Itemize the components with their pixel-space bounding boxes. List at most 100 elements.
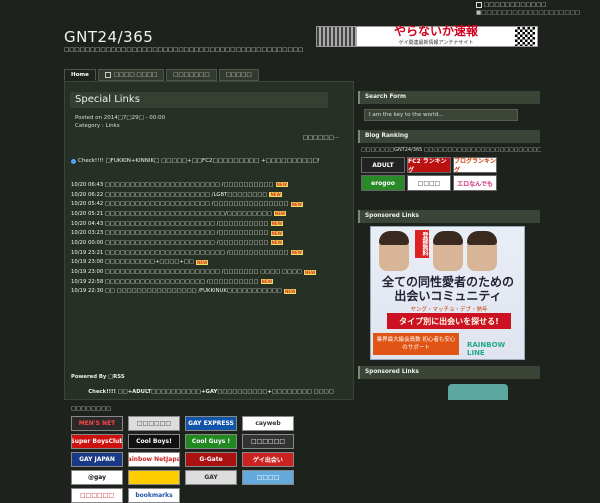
new-badge: NEW — [273, 211, 287, 217]
rss-entry[interactable]: 10/20 04:43 □□□□□□□□□□□□□□□□□□□□□□ /□□□□… — [71, 219, 349, 229]
sponsored-device-image[interactable] — [448, 384, 508, 400]
new-badge: NEW — [270, 230, 284, 236]
rss-entry-text: 10/20 06:22 □□□□□□□□□□□□□□□□□□□□□ /LGBT□… — [71, 191, 268, 198]
post-date: Posted on 2014□7□29□ - 00:00 — [75, 115, 166, 121]
tab-4[interactable]: □□□□□ — [218, 69, 259, 81]
tab-label: □□□□ □□□□ — [113, 72, 158, 78]
rss-entry[interactable]: 10/19 22:58 □□□□□□□□□□□□□□□□□□□□ /□□□□□□… — [71, 277, 349, 287]
tab-label: Home — [71, 72, 89, 78]
new-badge: NEW — [283, 288, 297, 294]
link-banner[interactable]: □□□□□□ — [128, 416, 180, 431]
ranking-button[interactable]: erogoo — [361, 175, 405, 191]
rss-entry[interactable]: 10/20 05:42 □□□□□□□□□□□□□□□□□□□□□ /□□□□□… — [71, 199, 349, 209]
sponsored-ad[interactable]: 登録無料 全ての同性愛者のための 出会いコミュニティ ヤング・マッチョ・デブ・熟… — [370, 226, 525, 360]
link-banner[interactable]: ゲイ出会い — [242, 452, 294, 467]
link-banner[interactable]: GAY EXPRESS — [185, 416, 237, 431]
site-title[interactable]: GNT24/365 — [64, 28, 153, 46]
ad-headline: 全ての同性愛者のための 出会いコミュニティ — [381, 275, 514, 303]
check-line[interactable]: Check!!!! □FUKKIN+KINNIK□ □□□□□+□□FC2□□□… — [71, 158, 320, 164]
new-badge: NEW — [269, 192, 282, 198]
link-banner[interactable]: Cool Boys! — [128, 434, 180, 449]
link-banner[interactable]: □□□□ — [242, 470, 294, 485]
post-title[interactable]: Special Links — [70, 92, 328, 108]
banner-title: やらないか速報 — [393, 23, 478, 38]
search-widget-title: Search Form — [358, 91, 540, 104]
sponsored-widget-title: Sponsored Links — [358, 210, 540, 223]
rss-entry-list: 10/20 06:43 □□□□□□□□□□□□□□□□□□□□□□□ /□□□… — [71, 180, 349, 296]
rss-entry[interactable]: 10/19 23:00 □□□□□□□□□□+□□□□+□□ NEW — [71, 258, 349, 268]
link-banner[interactable]: Cool Guys ! — [185, 434, 237, 449]
link-banner[interactable]: Super BoysClub — [71, 434, 123, 449]
ranking-widget-title: Blog Ranking — [358, 130, 540, 143]
links-label: □□□□□□□□ — [71, 406, 112, 412]
rss-entry[interactable]: 10/20 06:43 □□□□□□□□□□□□□□□□□□□□□□□ /□□□… — [71, 180, 349, 190]
link-banner[interactable] — [128, 470, 180, 485]
new-badge: NEW — [290, 250, 304, 256]
new-badge: NEW — [303, 269, 317, 275]
header-banner[interactable]: やらないか速報 ゲイ関連最新情報アンテナサイト — [316, 23, 538, 47]
link-banner[interactable]: □□□□□□ — [71, 488, 123, 503]
new-badge: NEW — [270, 240, 284, 246]
tab-home[interactable]: Home — [64, 69, 96, 81]
link-banner[interactable]: MEN'S NET — [71, 416, 123, 431]
link-banner[interactable]: G-Gate — [185, 452, 237, 467]
rss-entry[interactable]: 10/19 22:30 □□ □□□□□□□□□□□□□□□□ /FUKKINU… — [71, 287, 349, 297]
post-category[interactable]: Category : Links — [75, 122, 165, 130]
search-input[interactable]: I am the key to the world... — [364, 109, 518, 121]
rss-link[interactable]: □□□□□□□□□□□□ — [484, 2, 546, 8]
rss-entry-text: 10/19 23:21 □□□□□□□□□□□□□□□□□□□□□□□□ /□□… — [71, 249, 289, 256]
tab-3[interactable]: □□□□□□□ — [166, 69, 217, 81]
tab-2[interactable]: □□□□ □□□□ — [97, 69, 165, 81]
site-description: □□□□□□□□□□□□□□□□□□□□□□□□□□□□□□□□□□□□□□□□… — [64, 47, 304, 53]
rss-entry-text: 10/20 03:23 □□□□□□□□□□□□□□□□□□□□□□ /□□□□… — [71, 230, 269, 237]
ad-free-badge: 登録無料 — [415, 230, 429, 258]
ad-footer: 業界最大級会員数 初心者も安心のサポート — [373, 333, 459, 355]
ranking-button[interactable]: ADULT — [361, 157, 405, 173]
rss-entry-text: 10/19 23:00 □□□□□□□□□□□□□□□□□□□□□□□ /□□□… — [71, 269, 302, 276]
check-line-2[interactable]: Check!!!! □□+ADULT□□□□□□□□□□+GAY□□□□□□□□… — [71, 389, 351, 395]
new-badge: NEW — [270, 221, 284, 227]
ad-band: タイプ別に出会いを探せる! — [387, 313, 511, 329]
link-banner[interactable]: Rainbow NetJapan — [128, 452, 180, 467]
check-line-text: Check!!!! □FUKKIN+KINNIK□ □□□□□+□□FC2□□□… — [78, 158, 320, 164]
bullet-icon — [71, 158, 76, 164]
sponsored-widget-title-2: Sponsored Links — [358, 366, 540, 379]
new-badge: NEW — [195, 259, 209, 265]
ranking-buttons: ADULT FC2 ランキング ブログランキング erogoo □□□□ エロなんでも — [361, 157, 501, 191]
ad-portrait-image — [467, 231, 497, 271]
ad-brand: RAINBOW LINE — [467, 341, 506, 357]
rss-icon — [476, 2, 482, 8]
rss-entry[interactable]: 10/20 06:22 □□□□□□□□□□□□□□□□□□□□□ /LGBT□… — [71, 190, 349, 200]
tab-label: □□□□□□□ — [173, 72, 210, 78]
ad-portrait-image — [433, 231, 463, 271]
rss-entry[interactable]: 10/20 05:21 □□□□□□□□□□□□□□□□□□□□□□□□/□□□… — [71, 209, 349, 219]
link-banner[interactable]: bookmarks — [128, 488, 180, 503]
ad-portrait-image — [379, 231, 409, 271]
banner-figures-image — [317, 27, 357, 46]
banner-subtitle: ゲイ関連最新情報アンテナサイト — [398, 39, 474, 46]
link-banner[interactable]: @gay — [71, 470, 123, 485]
nav-tabs: Home □□□□ □□□□ □□□□□□□ □□□□□ — [64, 69, 259, 81]
rss-entry[interactable]: 10/19 23:00 □□□□□□□□□□□□□□□□□□□□□□□ /□□□… — [71, 267, 349, 277]
ranking-button[interactable]: ブログランキング — [453, 157, 497, 174]
ranking-button[interactable]: エロなんでも — [453, 175, 497, 191]
ranking-button[interactable]: FC2 ランキング — [407, 157, 451, 174]
link-banner[interactable]: GAY JAPAN — [71, 452, 123, 467]
qr-code-icon — [515, 27, 535, 46]
link-banner[interactable]: GAY — [185, 470, 237, 485]
sub-link[interactable]: ■□□□□□□□□□□□□□□□□□□□ — [476, 10, 598, 16]
rss-entry-text: 10/19 23:00 □□□□□□□□□□+□□□□+□□ — [71, 259, 194, 266]
rss-entry[interactable]: 10/19 23:21 □□□□□□□□□□□□□□□□□□□□□□□□ /□□… — [71, 248, 349, 258]
top-links: □□□□□□□□□□□□ ■□□□□□□□□□□□□□□□□□□□ — [476, 2, 598, 24]
rss-entry-text: 10/20 00:00 □□□□□□□□□□□□□□□□□□□□□□ /□□□□… — [71, 239, 269, 246]
rss-entry-text: 10/19 22:58 □□□□□□□□□□□□□□□□□□□□ /□□□□□□… — [71, 278, 259, 285]
main-content: Special Links Posted on 2014□7□29□ - 00:… — [64, 81, 354, 503]
powered-by[interactable]: Powered By □RSS — [71, 374, 125, 380]
rss-entry-text: 10/20 04:43 □□□□□□□□□□□□□□□□□□□□□□ /□□□□… — [71, 220, 269, 227]
ranking-button[interactable]: □□□□ — [407, 175, 451, 191]
rss-entry[interactable]: 10/20 00:00 □□□□□□□□□□□□□□□□□□□□□□ /□□□□… — [71, 238, 349, 248]
link-banner[interactable]: cayweb — [242, 416, 294, 431]
rss-entry[interactable]: 10/20 03:23 □□□□□□□□□□□□□□□□□□□□□□ /□□□□… — [71, 228, 349, 238]
link-banner[interactable]: □□□□□□ — [242, 434, 294, 449]
read-more-link[interactable]: □□□□□□··· — [303, 135, 339, 141]
